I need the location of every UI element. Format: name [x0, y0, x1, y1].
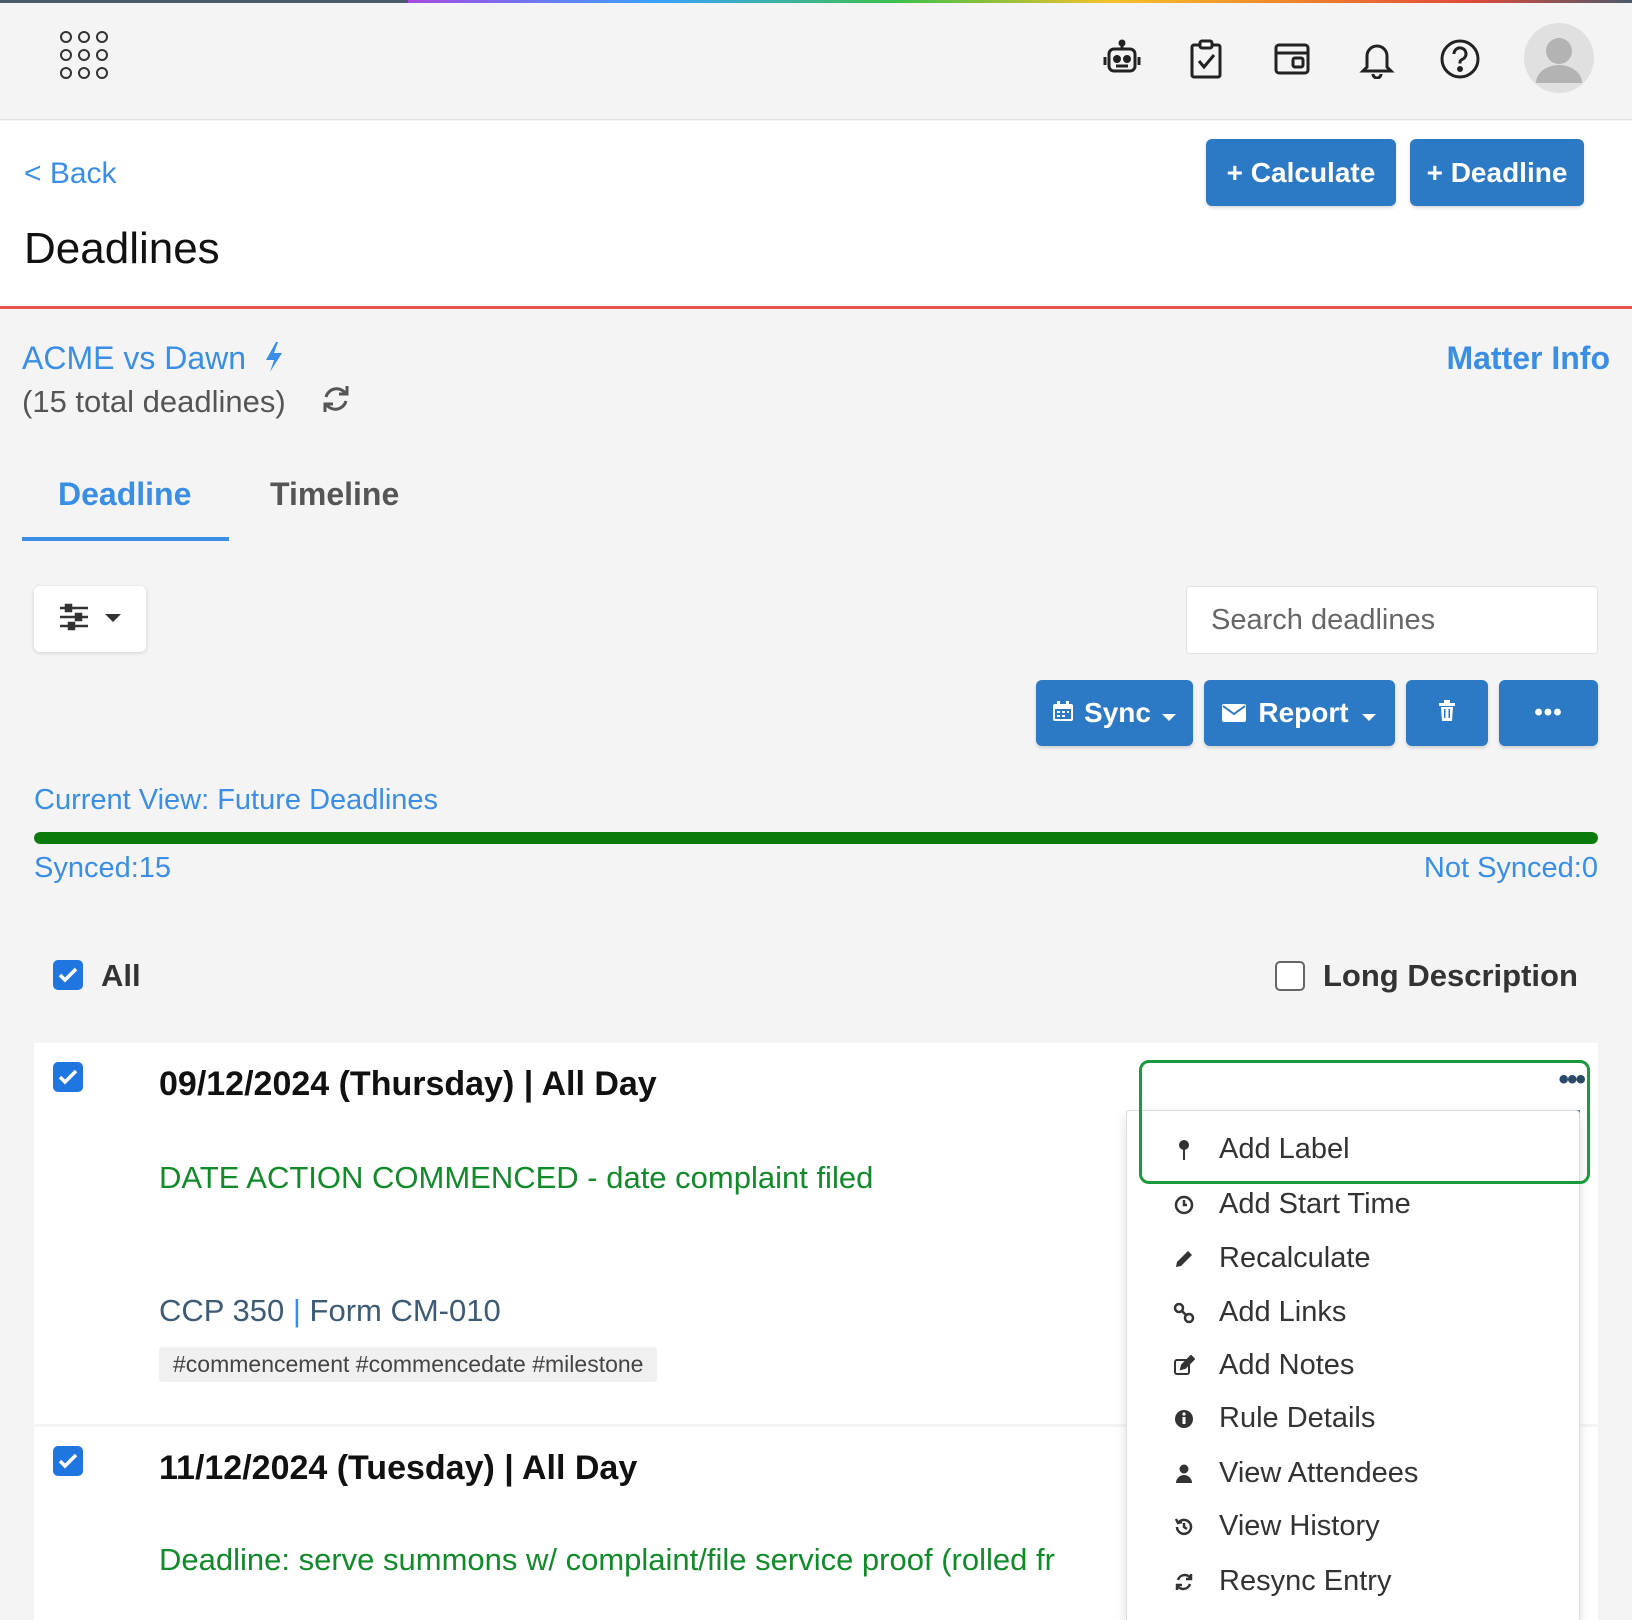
not-synced-count: Not Synced:0: [1423, 852, 1598, 884]
tab-timeline[interactable]: Timeline: [270, 476, 399, 513]
deadline-checkbox[interactable]: [53, 1062, 83, 1092]
separator: |: [523, 1065, 542, 1103]
wallet-icon[interactable]: [1268, 35, 1316, 83]
deadline-checkbox[interactable]: [53, 1446, 83, 1476]
sync-dropdown-button[interactable]: Sync: [1036, 680, 1193, 746]
menu-item-label: Resync Entry: [1219, 1565, 1392, 1597]
separator: |: [292, 1293, 310, 1328]
menu-item-label: Add Links: [1219, 1296, 1347, 1328]
menu-item-label: View Attendees: [1219, 1457, 1419, 1489]
deadline-date-text: 09/12/2024 (Thursday): [159, 1065, 515, 1103]
bell-icon[interactable]: [1353, 35, 1401, 83]
trash-icon: [1438, 697, 1456, 729]
edit-icon: [1173, 1354, 1195, 1377]
sync-progress-fill: [34, 832, 1598, 844]
sync-label: Sync: [1084, 697, 1151, 728]
bolt-icon: [262, 340, 286, 379]
separator: |: [504, 1449, 522, 1487]
deadline-actions-menu: Add Label Add Start Time Recalculate Add…: [1126, 1110, 1580, 1620]
refresh-icon: [1173, 1571, 1195, 1593]
total-deadlines-count: (15 total deadlines): [22, 384, 286, 419]
matter-info-link[interactable]: Matter Info: [1446, 340, 1610, 377]
delete-button[interactable]: [1406, 680, 1488, 746]
menu-item-label: Add Notes: [1219, 1349, 1355, 1381]
menu-item-view-history[interactable]: View History: [1173, 1510, 1380, 1543]
current-view-label[interactable]: Current View: Future Deadlines: [34, 784, 438, 817]
menu-item-label: View History: [1219, 1510, 1380, 1542]
menu-item-rule-details[interactable]: Rule Details: [1173, 1402, 1375, 1435]
more-actions-button[interactable]: •••: [1499, 680, 1598, 746]
deadline-tags: #commencement #commencedate #milestone: [159, 1347, 658, 1382]
deadline-title[interactable]: DATE ACTION COMMENCED - date complaint f…: [159, 1160, 873, 1196]
deadline-date-text: 11/12/2024 (Tuesday): [159, 1449, 495, 1487]
deadline-title[interactable]: Deadline: serve summons w/ complaint/fil…: [159, 1542, 1159, 1578]
clock-icon: [1173, 1194, 1195, 1216]
report-dropdown-button[interactable]: Report: [1204, 680, 1395, 746]
help-icon[interactable]: [1436, 35, 1484, 83]
menu-item-add-notes[interactable]: Add Notes: [1173, 1349, 1354, 1382]
select-all-checkbox[interactable]: [53, 960, 83, 990]
menu-item-resync-entry[interactable]: Resync Entry: [1173, 1565, 1391, 1598]
top-navbar: [0, 3, 1632, 120]
envelope-icon: [1222, 697, 1247, 729]
back-link[interactable]: < Back: [24, 157, 117, 191]
sliders-icon: [58, 603, 90, 636]
highlight-box: [1139, 1060, 1590, 1184]
clipboard-check-icon[interactable]: [1182, 35, 1230, 83]
caret-down-icon: [1161, 697, 1177, 729]
long-description-checkbox[interactable]: [1275, 961, 1305, 991]
report-label: Report: [1258, 697, 1349, 728]
sync-progress-bar: [34, 832, 1598, 844]
tab-deadline[interactable]: Deadline: [58, 476, 191, 513]
form-reference[interactable]: Form CM-010: [310, 1293, 501, 1328]
user-avatar[interactable]: [1524, 23, 1594, 93]
menu-item-view-attendees[interactable]: View Attendees: [1173, 1457, 1418, 1490]
calendar-icon: [1052, 697, 1074, 729]
menu-item-label: Rule Details: [1219, 1402, 1376, 1434]
deadline-date: 11/12/2024 (Tuesday) | All Day: [159, 1449, 637, 1488]
menu-item-label: Add Start Time: [1219, 1188, 1411, 1220]
pencil-icon: [1173, 1248, 1195, 1270]
menu-item-add-start-time[interactable]: Add Start Time: [1173, 1188, 1411, 1221]
caret-down-icon: [1361, 697, 1377, 729]
search-deadlines-input[interactable]: [1186, 586, 1598, 654]
matter-name-link[interactable]: ACME vs Dawn: [22, 340, 246, 377]
history-icon: [1173, 1516, 1195, 1538]
deadline-date: 09/12/2024 (Thursday) | All Day: [159, 1065, 657, 1104]
page-header: < Back Deadlines + Calculate + Deadline: [0, 121, 1632, 309]
page-title: Deadlines: [24, 224, 220, 273]
info-icon: [1173, 1408, 1195, 1430]
caret-down-icon: [104, 610, 122, 628]
link-icon: [1173, 1302, 1195, 1324]
synced-count: Synced:15: [34, 852, 172, 884]
active-tab-indicator: [22, 537, 229, 541]
select-all-label: All: [101, 958, 141, 993]
calculate-button[interactable]: + Calculate: [1206, 139, 1396, 206]
robot-icon[interactable]: [1098, 35, 1146, 83]
apps-grid-icon[interactable]: [60, 31, 110, 81]
rule-reference[interactable]: CCP 350: [159, 1293, 284, 1328]
menu-item-add-links[interactable]: Add Links: [1173, 1296, 1346, 1329]
menu-item-label: Recalculate: [1219, 1242, 1371, 1274]
deadline-time: All Day: [521, 1449, 638, 1487]
deadline-time: All Day: [541, 1065, 657, 1103]
filter-dropdown-button[interactable]: [34, 586, 146, 652]
refresh-icon[interactable]: [320, 382, 352, 421]
deadline-rule: CCP 350 | Form CM-010: [159, 1293, 501, 1329]
user-icon: [1173, 1463, 1195, 1485]
add-deadline-button[interactable]: + Deadline: [1410, 139, 1584, 206]
menu-item-recalculate[interactable]: Recalculate: [1173, 1242, 1371, 1275]
long-description-label: Long Description: [1323, 958, 1578, 993]
